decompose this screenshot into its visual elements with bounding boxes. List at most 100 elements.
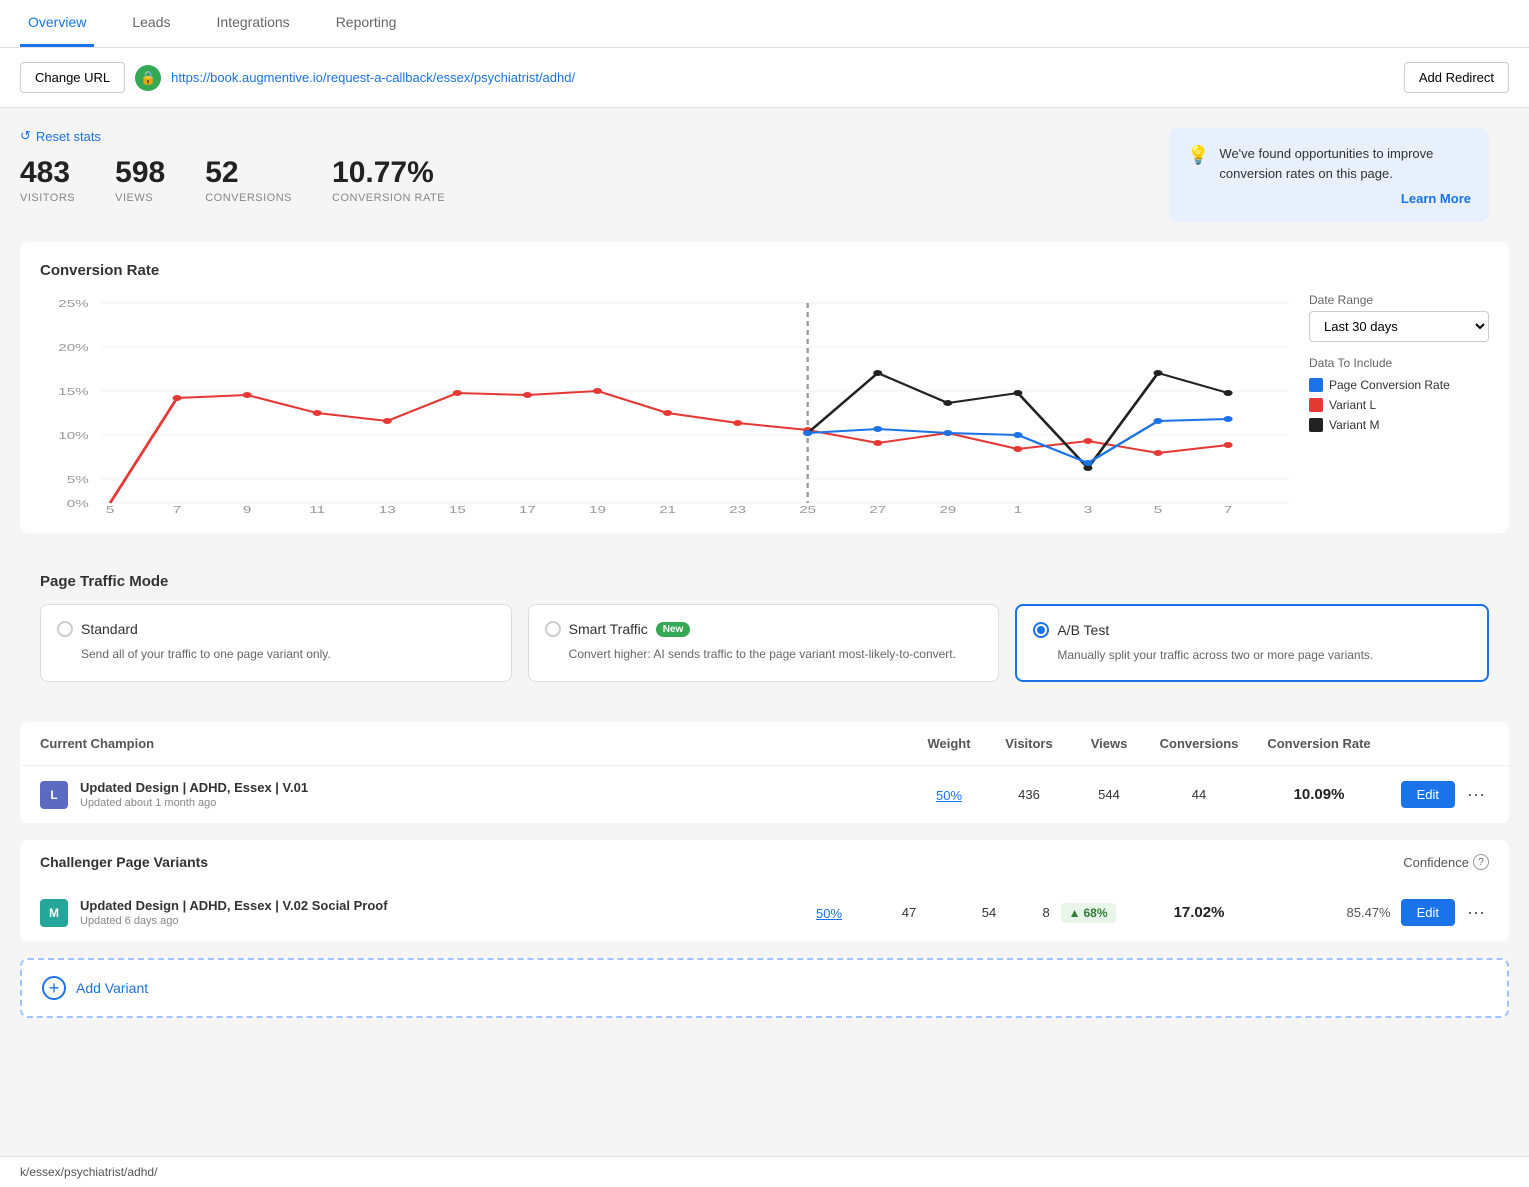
svg-text:23: 23	[729, 504, 746, 513]
add-variant-label: Add Variant	[76, 980, 148, 996]
add-variant-row[interactable]: + Add Variant	[20, 958, 1509, 1018]
svg-text:21: 21	[659, 504, 676, 513]
legend-variant-l-label: Variant L	[1329, 398, 1376, 412]
tab-overview[interactable]: Overview	[20, 0, 94, 47]
main-content: ↺ Reset stats 483 VISITORS 598 VIEWS 52 …	[0, 108, 1529, 1038]
traffic-standard-desc: Send all of your traffic to one page var…	[57, 645, 495, 663]
date-range-select[interactable]: Last 30 days	[1309, 311, 1489, 342]
tab-reporting[interactable]: Reporting	[328, 0, 405, 47]
svg-text:7: 7	[1224, 504, 1232, 513]
legend-variant-m: Variant M	[1309, 418, 1489, 432]
svg-text:15%: 15%	[58, 386, 88, 398]
traffic-card-standard-header: Standard	[57, 621, 495, 637]
champion-views: 544	[1069, 787, 1149, 802]
challenger-more-button[interactable]: ···	[1463, 902, 1489, 923]
traffic-ab-label: A/B Test	[1057, 622, 1109, 638]
chart-svg: 25% 20% 15% 10% 5% 0% 5 7 9 11 13 15 17 …	[40, 293, 1289, 513]
traffic-smart-label: Smart Traffic	[569, 621, 648, 637]
radio-standard[interactable]	[57, 621, 73, 637]
change-url-button[interactable]: Change URL	[20, 62, 125, 93]
views-label: VIEWS	[115, 192, 165, 204]
traffic-mode-section: Page Traffic Mode Standard Send all of y…	[20, 553, 1509, 702]
svg-text:7: 7	[173, 504, 181, 513]
table-header: Current Champion Weight Visitors Views C…	[20, 722, 1509, 766]
challenger-weight: 50%	[789, 905, 869, 921]
confidence-help-icon[interactable]: ?	[1473, 854, 1489, 870]
bulb-icon: 💡	[1187, 145, 1209, 166]
champion-more-button[interactable]: ···	[1463, 784, 1489, 805]
challenger-views: 54	[949, 905, 1029, 920]
conversions-label: CONVERSIONS	[205, 192, 292, 204]
data-include-label: Data To Include	[1309, 356, 1489, 370]
svg-text:13: 13	[379, 504, 396, 513]
traffic-mode-title: Page Traffic Mode	[40, 573, 1489, 590]
legend-variant-m-label: Variant M	[1329, 418, 1379, 432]
url-bar: Change URL 🔒 https://book.augmentive.io/…	[0, 48, 1529, 108]
svg-text:19: 19	[589, 504, 606, 513]
opportunity-text: We've found opportunities to improve con…	[1219, 144, 1471, 183]
stat-visitors: 483 VISITORS	[20, 156, 75, 204]
svg-text:1: 1	[1014, 504, 1022, 513]
champion-updated: Updated about 1 month ago	[80, 797, 909, 809]
svg-text:5: 5	[106, 504, 114, 513]
radio-smart[interactable]	[545, 621, 561, 637]
champion-icon: L	[40, 781, 68, 809]
svg-text:27: 27	[869, 504, 886, 513]
visitors-label: VISITORS	[20, 192, 75, 204]
reset-icon: ↺	[20, 128, 31, 144]
visitors-value: 483	[20, 156, 75, 190]
svg-text:5: 5	[1154, 504, 1162, 513]
challenger-conversions: 8 ▲ 68%	[1029, 903, 1129, 923]
traffic-smart-desc: Convert higher: AI sends traffic to the …	[545, 645, 983, 663]
champion-actions: Edit ···	[1389, 781, 1489, 808]
col-visitors-header: Visitors	[989, 736, 1069, 751]
svg-text:0%: 0%	[67, 498, 89, 510]
challenger-title: Challenger Page Variants	[40, 854, 208, 870]
learn-more-link[interactable]: Learn More	[1187, 191, 1471, 206]
champion-row: L Updated Design | ADHD, Essex | V.01 Up…	[20, 766, 1509, 824]
stat-views: 598 VIEWS	[115, 156, 165, 204]
top-navigation: Overview Leads Integrations Reporting	[0, 0, 1529, 48]
challenger-updated: Updated 6 days ago	[80, 915, 789, 927]
status-bar: k/essex/psychiatrist/adhd/	[0, 1156, 1529, 1187]
chart-area: 25% 20% 15% 10% 5% 0% 5 7 9 11 13 15 17 …	[40, 293, 1289, 513]
traffic-options: Standard Send all of your traffic to one…	[40, 604, 1489, 682]
challenger-row: M Updated Design | ADHD, Essex | V.02 So…	[20, 884, 1509, 942]
new-badge: New	[656, 622, 691, 637]
stats-numbers: 483 VISITORS 598 VIEWS 52 CONVERSIONS 10…	[20, 156, 445, 204]
add-redirect-button[interactable]: Add Redirect	[1404, 62, 1509, 93]
challenger-edit-button[interactable]: Edit	[1401, 899, 1455, 926]
champion-edit-button[interactable]: Edit	[1401, 781, 1455, 808]
champion-name-col: Updated Design | ADHD, Essex | V.01 Upda…	[80, 780, 909, 809]
challengers-table: Challenger Page Variants Confidence ? M …	[20, 840, 1509, 942]
traffic-card-standard[interactable]: Standard Send all of your traffic to one…	[40, 604, 512, 682]
legend-page-rate-label: Page Conversion Rate	[1329, 378, 1450, 392]
col-views-header: Views	[1069, 736, 1149, 751]
svg-text:17: 17	[519, 504, 536, 513]
reset-stats-button[interactable]: ↺ Reset stats	[20, 128, 445, 144]
champion-name: Updated Design | ADHD, Essex | V.01	[80, 780, 909, 795]
radio-ab[interactable]	[1033, 622, 1049, 638]
challenger-name: Updated Design | ADHD, Essex | V.02 Soci…	[80, 898, 789, 913]
uplift-badge: ▲ 68%	[1061, 903, 1116, 923]
stat-conversions: 52 CONVERSIONS	[205, 156, 292, 204]
champion-weight: 50%	[909, 787, 989, 803]
legend-checkbox-red	[1309, 398, 1323, 412]
chart-title: Conversion Rate	[40, 262, 1489, 279]
col-conversions-header: Conversions	[1149, 736, 1249, 751]
stats-section: ↺ Reset stats 483 VISITORS 598 VIEWS 52 …	[20, 128, 1509, 222]
traffic-card-smart[interactable]: Smart Traffic New Convert higher: AI sen…	[528, 604, 1000, 682]
svg-text:29: 29	[939, 504, 956, 513]
challenger-weight-link[interactable]: 50%	[816, 906, 842, 921]
challenger-icon: M	[40, 899, 68, 927]
traffic-standard-label: Standard	[81, 621, 138, 637]
tab-integrations[interactable]: Integrations	[209, 0, 298, 47]
col-name-header: Current Champion	[40, 736, 909, 751]
svg-text:10%: 10%	[58, 430, 88, 442]
traffic-ab-desc: Manually split your traffic across two o…	[1033, 646, 1471, 664]
tab-leads[interactable]: Leads	[124, 0, 178, 47]
champion-weight-link[interactable]: 50%	[936, 788, 962, 803]
svg-text:3: 3	[1084, 504, 1092, 513]
col-rate-header: Conversion Rate	[1249, 736, 1389, 751]
traffic-card-ab[interactable]: A/B Test Manually split your traffic acr…	[1015, 604, 1489, 682]
